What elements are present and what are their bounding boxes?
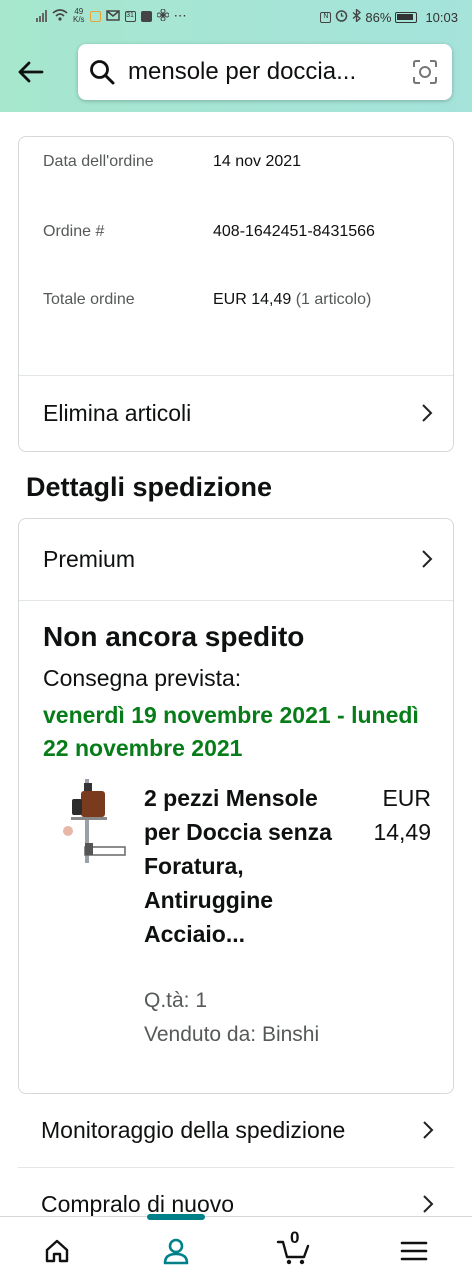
bottom-navigation: 0 <box>0 1214 472 1280</box>
chevron-right-icon <box>422 550 433 568</box>
home-icon <box>45 1239 69 1263</box>
shipment-card: Premium Non ancora spedito Consegna prev… <box>18 518 454 1094</box>
product-price: EUR 14,49 <box>341 781 431 849</box>
nav-home[interactable] <box>37 1231 77 1271</box>
clock: 10:03 <box>425 9 458 25</box>
shipment-status: Non ancora spedito <box>43 621 305 652</box>
shipping-method-row[interactable]: Premium <box>19 519 453 599</box>
more-notifications-icon: ⋯ <box>173 8 187 23</box>
track-shipment-link[interactable]: Monitoraggio della spedizione <box>18 1094 454 1166</box>
bluetooth-icon <box>352 8 362 25</box>
app-notification-icon <box>89 10 101 22</box>
chevron-right-icon <box>423 1195 434 1213</box>
search-input[interactable]: mensole per doccia... <box>128 58 408 86</box>
nfc-icon: N <box>320 11 332 23</box>
app-header: 49 K/s 31 ⋯ N 86% 10:03 mensole per docc… <box>0 0 472 112</box>
network-speed: 49 K/s <box>73 7 85 24</box>
alarm-icon <box>335 9 348 25</box>
buy-again-label: Compralo di nuovo <box>41 1190 235 1217</box>
order-total-items: (1 articolo) <box>295 291 372 308</box>
active-tab-indicator <box>147 1214 205 1220</box>
order-date-label: Data dell'ordine <box>43 153 154 170</box>
signal-icon <box>36 10 47 22</box>
mail-icon <box>105 9 120 24</box>
menu-icon <box>400 1241 428 1261</box>
cart-count: 0 <box>290 1228 300 1247</box>
back-arrow-icon <box>18 61 44 83</box>
order-total-value: EUR 14,49 (1 articolo) <box>213 291 403 309</box>
delete-items-label: Elimina articoli <box>43 399 192 426</box>
wifi-icon <box>52 8 68 24</box>
status-bar: 49 K/s 31 ⋯ N 86% 10:03 <box>0 0 472 34</box>
delivery-date-range: venerdì 19 novembre 2021 - lunedì 22 nov… <box>43 702 419 761</box>
product-image[interactable] <box>41 777 131 869</box>
back-button[interactable] <box>12 54 48 90</box>
search-icon <box>88 58 116 91</box>
price-amount: 14,49 <box>373 819 431 845</box>
order-total-label: Totale ordine <box>43 291 135 308</box>
order-info-card: Data dell'ordine 14 nov 2021 Ordine # 40… <box>18 136 454 452</box>
nav-account[interactable] <box>156 1231 196 1271</box>
order-date-value: 14 nov 2021 <box>213 153 302 170</box>
chevron-right-icon <box>423 1121 434 1139</box>
delete-items-link[interactable]: Elimina articoli <box>19 376 453 450</box>
order-total-amount: EUR 14,49 <box>213 291 292 308</box>
section-title-shipping: Dettagli spedizione <box>26 472 273 502</box>
divider <box>19 600 453 601</box>
camera-icon[interactable] <box>412 59 438 90</box>
product-seller: Venduto da: Binshi <box>144 1023 320 1046</box>
delivery-label: Consegna prevista: <box>43 665 242 691</box>
search-bar[interactable]: mensole per doccia... <box>78 44 452 100</box>
order-number-label: Ordine # <box>43 223 105 240</box>
account-icon <box>163 1238 189 1265</box>
nav-cart[interactable]: 0 <box>274 1228 314 1271</box>
track-shipment-label: Monitoraggio della spedizione <box>41 1116 346 1143</box>
order-number-value: 408-1642451-8431566 <box>213 223 375 240</box>
price-currency: EUR <box>382 785 431 811</box>
battery-percent: 86% <box>365 9 392 25</box>
product-quantity: Q.tà: 1 <box>144 989 208 1012</box>
notification-box-icon <box>140 10 152 22</box>
chevron-right-icon <box>422 404 433 422</box>
battery-icon <box>395 11 418 23</box>
product-title[interactable]: 2 pezzi Mensole per Doccia senza Foratur… <box>144 781 344 951</box>
fan-icon <box>156 8 170 24</box>
nav-menu[interactable] <box>394 1231 434 1271</box>
calendar-icon: 31 <box>124 10 136 22</box>
shipping-method-label: Premium <box>43 545 136 572</box>
